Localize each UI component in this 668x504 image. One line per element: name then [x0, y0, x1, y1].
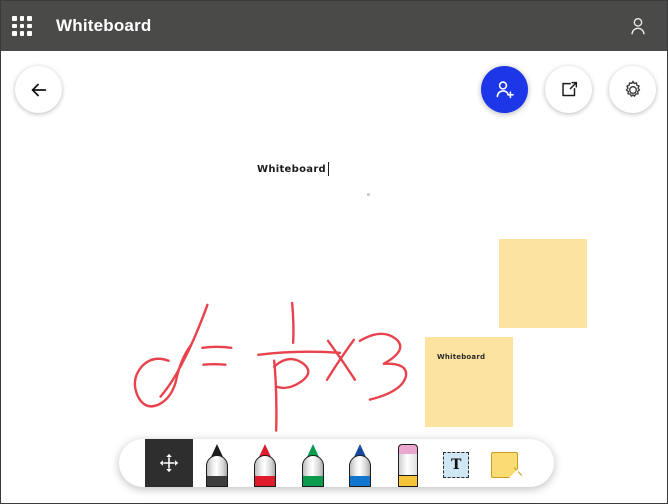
whiteboard-canvas[interactable]: Whiteboard Whiteboard T	[1, 51, 667, 503]
invite-button[interactable]	[481, 66, 528, 113]
person-icon	[631, 17, 645, 35]
toolbar-right-pad	[528, 439, 554, 487]
toolbar-left-pad	[119, 439, 145, 487]
tool-pen-black[interactable]	[193, 439, 241, 487]
eraser-icon	[397, 444, 419, 487]
tool-eraser[interactable]	[384, 439, 432, 487]
grid-dot	[27, 23, 32, 29]
drawing-toolbar: T	[119, 439, 554, 487]
move-arrows-icon	[159, 453, 179, 473]
pen-band	[301, 476, 324, 487]
tool-text[interactable]: T	[432, 439, 480, 487]
canvas-title-text[interactable]: Whiteboard	[257, 162, 330, 176]
gear-icon	[625, 80, 640, 97]
tool-pen-red[interactable]	[241, 439, 289, 487]
pen-body	[301, 455, 324, 477]
eraser-band	[398, 475, 419, 487]
tool-pen-blue[interactable]	[337, 439, 385, 487]
pen-icon	[252, 444, 278, 487]
whiteboard-app: Whiteboard Whiteboard Whiteboard T	[0, 0, 668, 504]
sticky-note[interactable]: Whiteboard	[425, 337, 513, 427]
grid-dot	[12, 16, 17, 21]
sticky-note[interactable]	[499, 239, 587, 328]
grid-dot	[19, 23, 25, 29]
pen-band	[349, 476, 372, 487]
grid-dot	[27, 16, 32, 21]
pen-icon	[204, 444, 230, 487]
sticky-note-icon	[490, 452, 518, 478]
pen-body	[253, 455, 276, 477]
grid-dot	[12, 23, 17, 29]
back-button[interactable]	[15, 66, 62, 113]
grid-dot	[19, 31, 25, 36]
stray-ink-mark	[367, 193, 370, 196]
sticky-note-text: Whiteboard	[437, 353, 486, 361]
pen-body	[349, 455, 372, 477]
arrow-left-icon	[31, 83, 46, 96]
grid-dot	[12, 31, 17, 36]
pen-band	[253, 476, 276, 487]
open-in-new-icon	[561, 81, 577, 96]
pen-icon	[300, 444, 326, 487]
pen-body	[205, 455, 228, 477]
app-header: Whiteboard	[1, 1, 667, 51]
settings-button[interactable]	[609, 66, 656, 113]
person-add-icon	[496, 80, 514, 98]
text-box-icon: T	[443, 452, 470, 478]
pen-band	[205, 476, 228, 487]
app-title: Whiteboard	[56, 16, 152, 35]
app-grid-icon[interactable]	[12, 16, 32, 36]
tool-sticky-note[interactable]	[480, 439, 528, 487]
tool-pen-green[interactable]	[289, 439, 337, 487]
tool-move[interactable]	[144, 439, 193, 487]
eraser-body	[398, 454, 419, 475]
pen-icon	[347, 444, 373, 487]
share-button[interactable]	[545, 66, 592, 113]
account-button[interactable]	[621, 9, 655, 43]
grid-dot	[27, 31, 32, 36]
grid-dot	[19, 16, 25, 21]
